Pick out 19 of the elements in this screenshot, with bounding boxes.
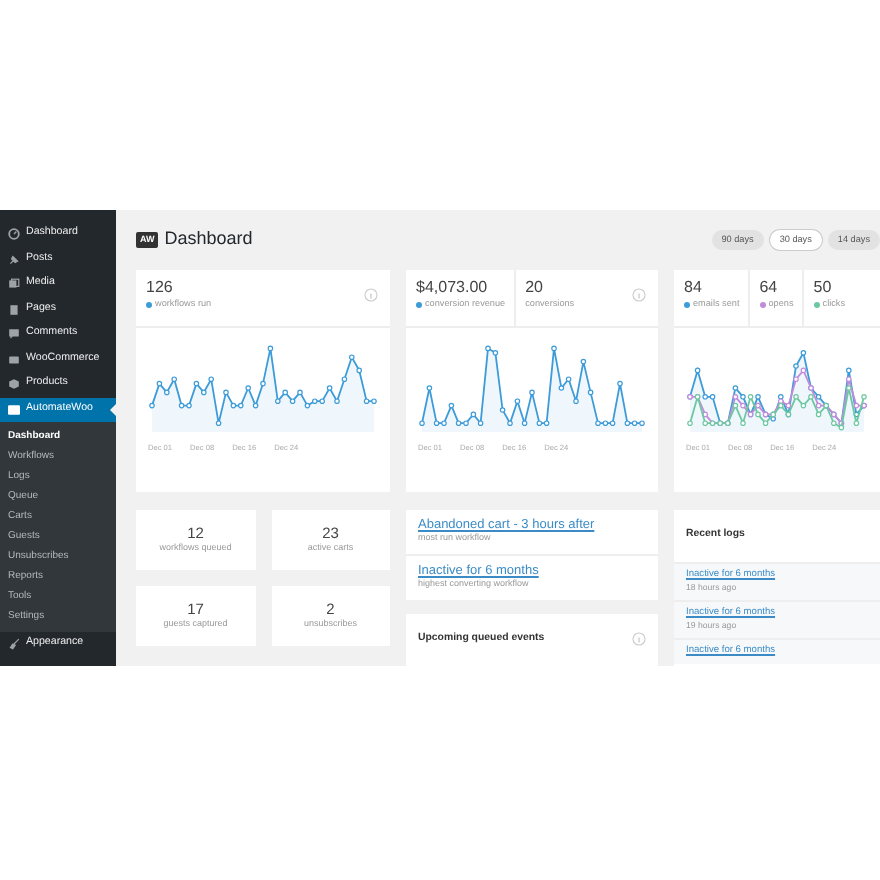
help-icon[interactable]: [632, 288, 646, 302]
brush-icon: [8, 638, 20, 651]
metric-value: 84: [684, 280, 704, 298]
page-title: Dashboard: [164, 226, 253, 253]
logo-icon: [8, 403, 20, 416]
media-icon: [8, 278, 20, 291]
metric-value: 64: [759, 280, 780, 298]
metric-value: 20: [525, 280, 545, 298]
store-icon: [8, 353, 20, 366]
metric-value: $4,073.00: [416, 280, 490, 298]
pages-icon: [8, 303, 20, 316]
dashboard-icon: [8, 228, 20, 241]
pin-icon: [8, 253, 20, 266]
help-icon[interactable]: [632, 631, 646, 646]
comment-icon: [8, 328, 20, 341]
cube-icon: [8, 378, 20, 391]
metric-value: 126: [146, 280, 175, 298]
metric-value: 50: [813, 280, 834, 298]
help-icon[interactable]: [364, 288, 378, 302]
